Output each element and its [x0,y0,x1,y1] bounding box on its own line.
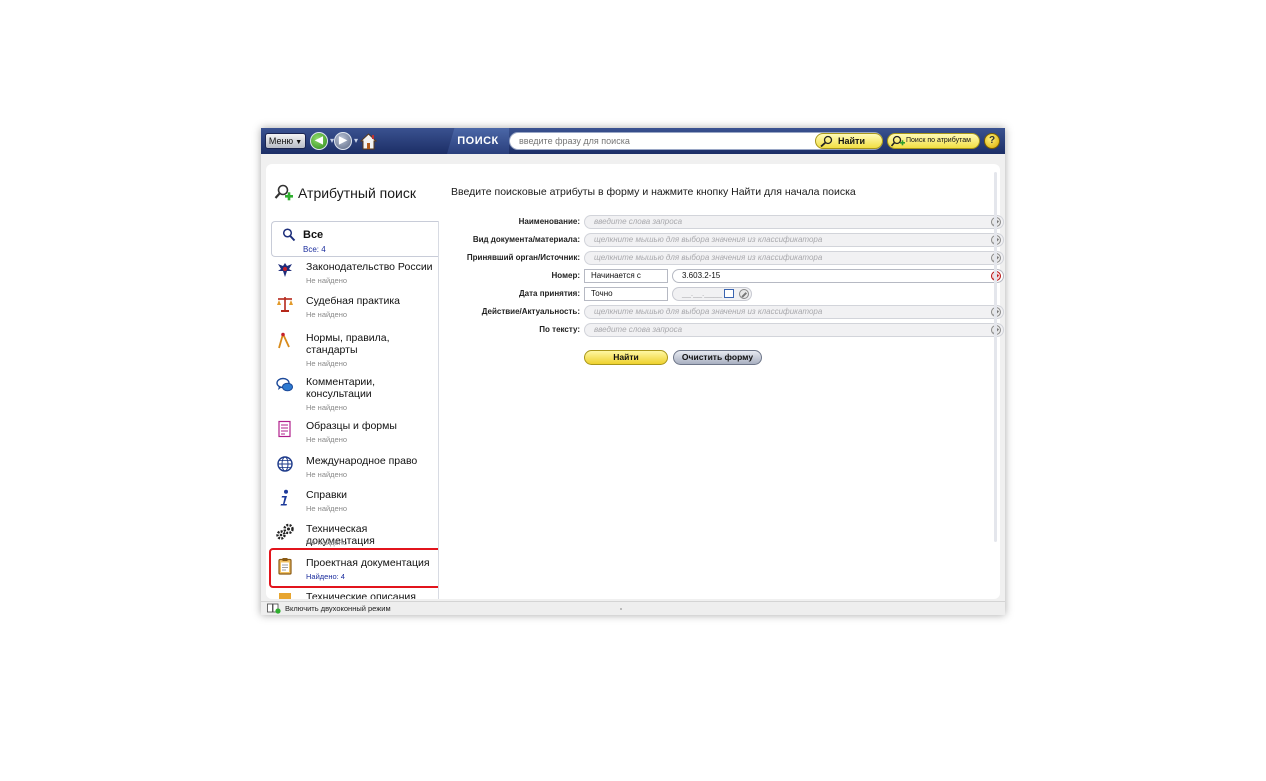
attribute-search-label: Поиск по атрибутам [906,137,971,144]
field-label: Вид документа/материала: [472,235,580,244]
dual-window-label[interactable]: Включить двухоконный режим [285,604,391,613]
text-input[interactable]: введите слова запроса [584,323,1004,337]
number-value: 3.603.2-15 [682,271,721,280]
sidebar-divider [438,221,439,599]
scales-icon [277,297,293,312]
speech-bubbles-icon [276,377,293,392]
attribute-search-icon [891,135,905,147]
menu-button[interactable]: Меню ▼ [265,133,306,149]
magnifier-icon [282,228,296,242]
sidebar-item-label: Комментарии, консультации [306,376,376,400]
field-label: Наименование: [518,217,580,226]
number-mode-select[interactable]: Начинается с [584,269,668,283]
sidebar-item-status: Не найдено [306,359,348,368]
form-row-issuer: Принявший орган/Источник: щелкните мышью… [446,250,1004,266]
home-icon[interactable] [360,133,377,150]
sidebar-title-text: Атрибутный поиск [298,185,416,201]
gears-icon [276,523,294,540]
sidebar-item-status: Не найдено [306,403,348,412]
form-row-text: По тексту: введите слова запроса [446,322,1004,338]
main-panel: Атрибутный поиск Все Все: 4 Законодатель… [266,164,1004,599]
sidebar-item-status: Не найдено [306,470,348,479]
info-icon [280,489,288,506]
menu-label: Меню [268,136,294,146]
form-row-date: Дата принятия: Точно __.__.____ [446,286,1000,302]
category-sidebar: Атрибутный поиск Все Все: 4 Законодатель… [266,164,439,599]
form-row-doctype: Вид документа/материала: щелкните мышью … [446,232,1004,248]
field-label: Действие/Актуальность: [481,307,580,316]
chevron-down-icon: ▼ [295,139,303,146]
sidebar-item-count: Все: 4 [303,245,326,254]
sidebar-item-label: Нормы, правила, стандарты [306,332,390,356]
form-intro: Введите поисковые атрибуты в форму и наж… [451,186,856,198]
name-placeholder: введите слова запроса [594,217,683,226]
find-button[interactable]: Найти [815,133,883,149]
sidebar-item-status: Не найдено [306,435,348,444]
status-bar: Включить двухоконный режим [261,601,1005,615]
status-placeholder: щелкните мышью для выбора значения из кл… [594,307,823,316]
sidebar-item-label: Международное право [306,455,418,467]
doctype-input[interactable]: щелкните мышью для выбора значения из кл… [584,233,1004,247]
tech-desc-icon [279,593,291,599]
attribute-search-button[interactable]: Поиск по атрибутам [887,133,980,149]
sidebar-item-label: Технические описания [306,591,416,599]
back-arrow-icon[interactable]: ◀ [310,132,328,150]
sidebar-item-status: Не найдено [306,310,348,319]
field-label: Дата принятия: [518,289,580,298]
form-doc-icon [278,420,291,438]
find-button-label: Найти [838,136,865,146]
name-input[interactable]: введите слова запроса [584,215,1004,229]
top-toolbar: Меню▼ ◀ ▾ ▶ ▾ ПОИСК Найти Поиск по атриб… [261,128,1005,154]
field-label: По тексту: [539,325,580,334]
sidebar-item-label: Образцы и формы [306,420,397,432]
text-placeholder: введите слова запроса [594,325,683,334]
status-input[interactable]: щелкните мышью для выбора значения из кл… [584,305,1004,319]
number-input[interactable]: 3.603.2-15 [672,269,1004,283]
search-label: ПОИСК [447,128,509,154]
date-input[interactable]: __.__.____ [672,287,752,301]
sidebar-item-label: Справки [306,489,347,501]
chevron-down-icon[interactable]: ▾ [354,136,358,145]
clear-icon[interactable] [739,289,749,299]
globe-icon [277,456,293,472]
form-row-number: Номер: Начинается с 3.603.2-15 [446,268,1004,284]
clear-form-button[interactable]: Очистить форму [673,350,762,365]
attribute-form: Введите поисковые атрибуты в форму и наж… [446,164,1004,599]
sidebar-item-label: Законодательство России [306,261,433,273]
sidebar-item-status: Не найдено [306,276,348,285]
sidebar-item-label: Все [303,229,324,241]
dual-window-icon[interactable] [267,603,281,614]
vertical-scrollbar[interactable] [994,172,997,542]
sidebar-item-status: Не найдено [306,538,348,547]
field-label: Принявший орган/Источник: [466,253,580,262]
magnifier-icon [820,135,833,147]
sidebar-item-all[interactable]: Все Все: 4 [271,221,439,257]
forward-arrow-icon[interactable]: ▶ [334,132,352,150]
eagle-icon [278,263,292,277]
form-find-button[interactable]: Найти [584,350,668,365]
doctype-placeholder: щелкните мышью для выбора значения из кл… [594,235,823,244]
sidebar-item-status: Не найдено [306,504,348,513]
attribute-search-icon [274,184,293,201]
help-icon[interactable]: ? [984,133,1000,149]
status-dot [620,608,622,610]
sidebar-title: Атрибутный поиск [274,184,416,204]
compass-icon [278,332,290,349]
calendar-icon[interactable] [724,289,734,298]
sidebar-item-label: Судебная практика [306,295,401,307]
date-value: __.__.____ [682,289,723,298]
issuer-placeholder: щелкните мышью для выбора значения из кл… [594,253,823,262]
date-mode-select[interactable]: Точно [584,287,668,301]
selection-highlight [269,548,439,588]
field-label: Номер: [551,271,580,280]
app-window: Меню▼ ◀ ▾ ▶ ▾ ПОИСК Найти Поиск по атриб… [261,128,1005,615]
form-row-status: Действие/Актуальность: щелкните мышью дл… [446,304,1004,320]
issuer-input[interactable]: щелкните мышью для выбора значения из кл… [584,251,1004,265]
form-row-name: Наименование: введите слова запроса [446,214,1004,230]
